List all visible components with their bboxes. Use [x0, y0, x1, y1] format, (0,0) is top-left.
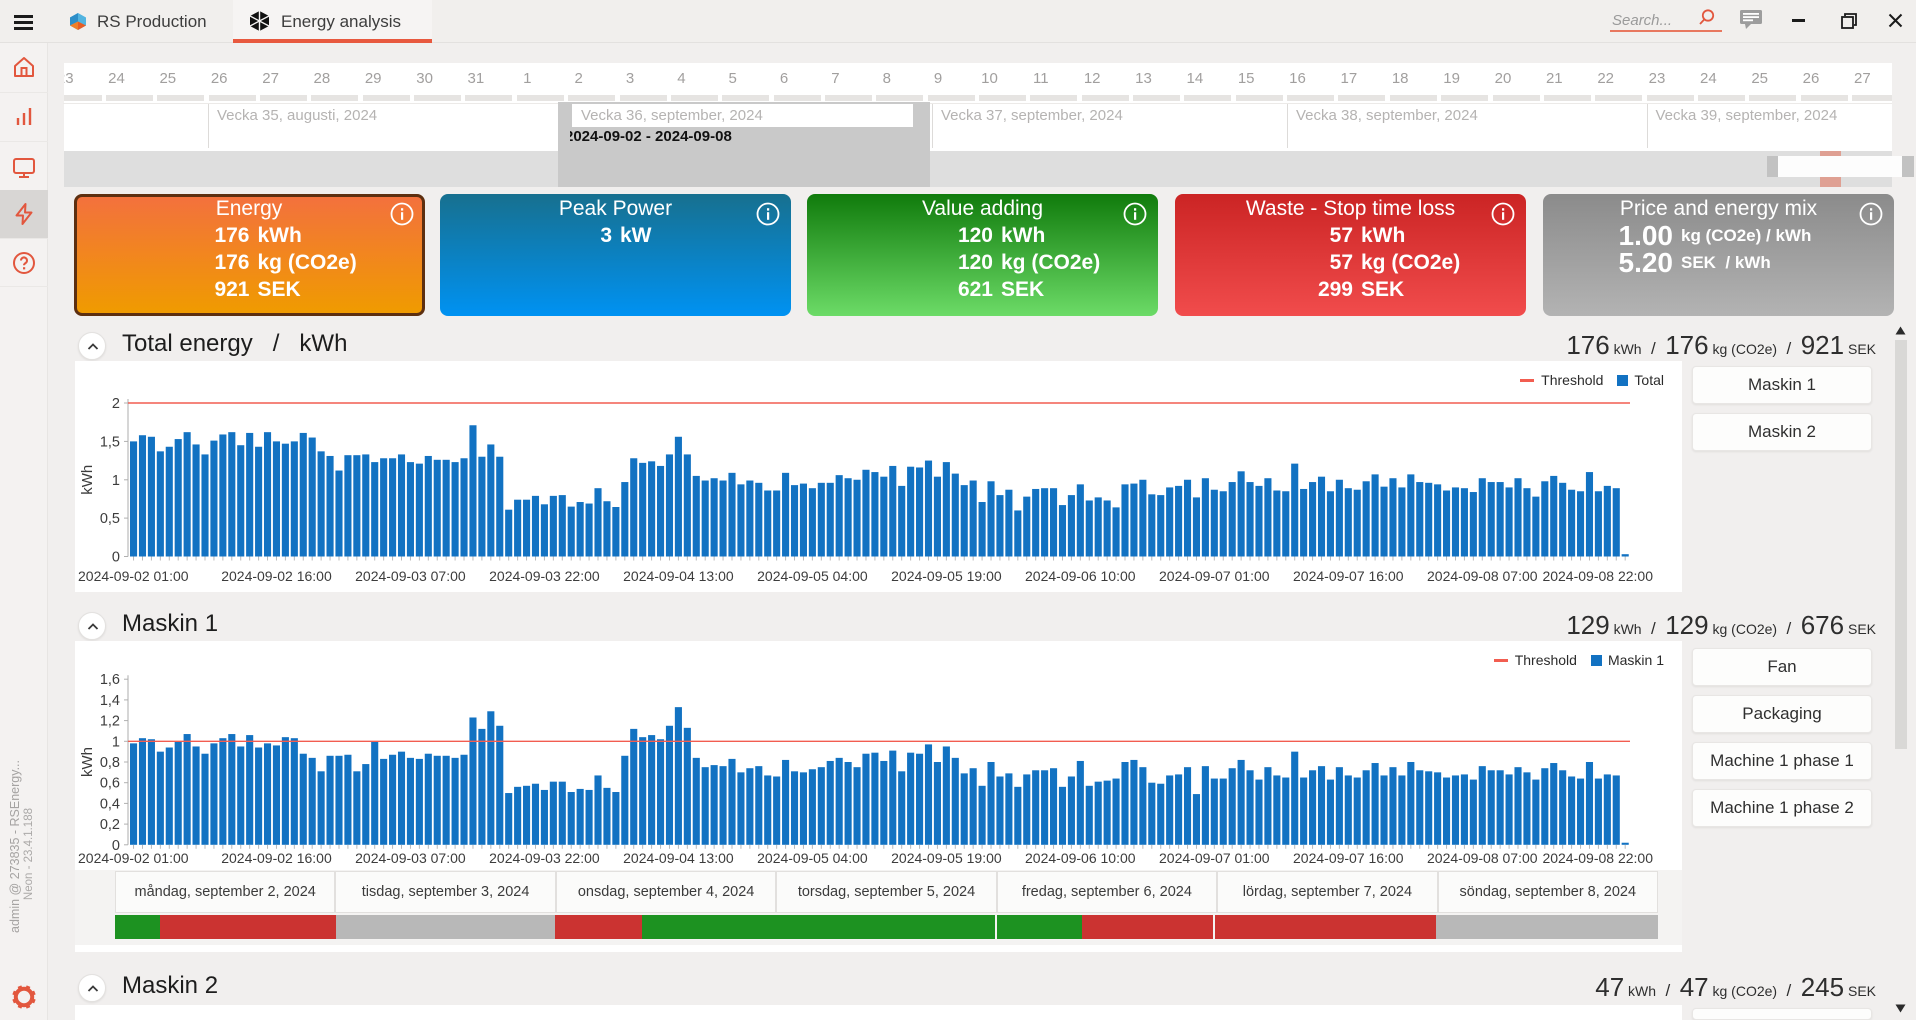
svg-text:2024-09-06 10:00: 2024-09-06 10:00 — [1025, 568, 1136, 584]
svg-text:2024-09-06 10:00: 2024-09-06 10:00 — [1025, 850, 1136, 866]
svg-text:1: 1 — [112, 473, 120, 489]
svg-text:1: 1 — [112, 734, 120, 750]
svg-text:2024-09-07 01:00: 2024-09-07 01:00 — [1159, 850, 1270, 866]
svg-text:0,6: 0,6 — [100, 776, 120, 792]
svg-text:2024-09-08 07:00: 2024-09-08 07:00 — [1427, 568, 1538, 584]
svg-text:2024-09-05 19:00: 2024-09-05 19:00 — [891, 850, 1002, 866]
svg-text:2024-09-04 13:00: 2024-09-04 13:00 — [623, 850, 734, 866]
svg-text:2024-09-02 16:00: 2024-09-02 16:00 — [221, 568, 332, 584]
svg-text:kWh: kWh — [79, 747, 96, 777]
svg-text:2024-09-08 07:00: 2024-09-08 07:00 — [1427, 850, 1538, 866]
svg-text:1,5: 1,5 — [100, 434, 120, 450]
svg-text:2024-09-07 01:00: 2024-09-07 01:00 — [1159, 568, 1270, 584]
svg-text:0,8: 0,8 — [100, 755, 120, 771]
svg-text:0: 0 — [112, 550, 120, 566]
svg-text:2024-09-02 16:00: 2024-09-02 16:00 — [221, 850, 332, 866]
svg-text:2024-09-05 19:00: 2024-09-05 19:00 — [891, 568, 1002, 584]
svg-text:kWh: kWh — [79, 465, 96, 495]
svg-text:0,5: 0,5 — [100, 511, 120, 527]
svg-text:2: 2 — [112, 396, 120, 412]
svg-text:1,6: 1,6 — [100, 672, 120, 688]
svg-text:2024-09-02 01:00: 2024-09-02 01:00 — [78, 850, 189, 866]
svg-text:2024-09-02 01:00: 2024-09-02 01:00 — [78, 568, 189, 584]
svg-text:2024-09-03 22:00: 2024-09-03 22:00 — [489, 850, 600, 866]
svg-text:2024-09-08 22:00: 2024-09-08 22:00 — [1542, 568, 1653, 584]
svg-text:2024-09-05 04:00: 2024-09-05 04:00 — [757, 850, 868, 866]
svg-text:2024-09-08 22:00: 2024-09-08 22:00 — [1542, 850, 1653, 866]
svg-text:2024-09-03 07:00: 2024-09-03 07:00 — [355, 850, 466, 866]
svg-text:1,4: 1,4 — [100, 693, 120, 709]
svg-text:2024-09-04 13:00: 2024-09-04 13:00 — [623, 568, 734, 584]
svg-text:1,2: 1,2 — [100, 714, 120, 730]
svg-text:0,4: 0,4 — [100, 796, 120, 812]
svg-text:2024-09-03 22:00: 2024-09-03 22:00 — [489, 568, 600, 584]
svg-text:2024-09-07 16:00: 2024-09-07 16:00 — [1293, 568, 1404, 584]
svg-text:2024-09-07 16:00: 2024-09-07 16:00 — [1293, 850, 1404, 866]
svg-text:2024-09-03 07:00: 2024-09-03 07:00 — [355, 568, 466, 584]
svg-text:2024-09-05 04:00: 2024-09-05 04:00 — [757, 568, 868, 584]
svg-text:0,2: 0,2 — [100, 817, 120, 833]
